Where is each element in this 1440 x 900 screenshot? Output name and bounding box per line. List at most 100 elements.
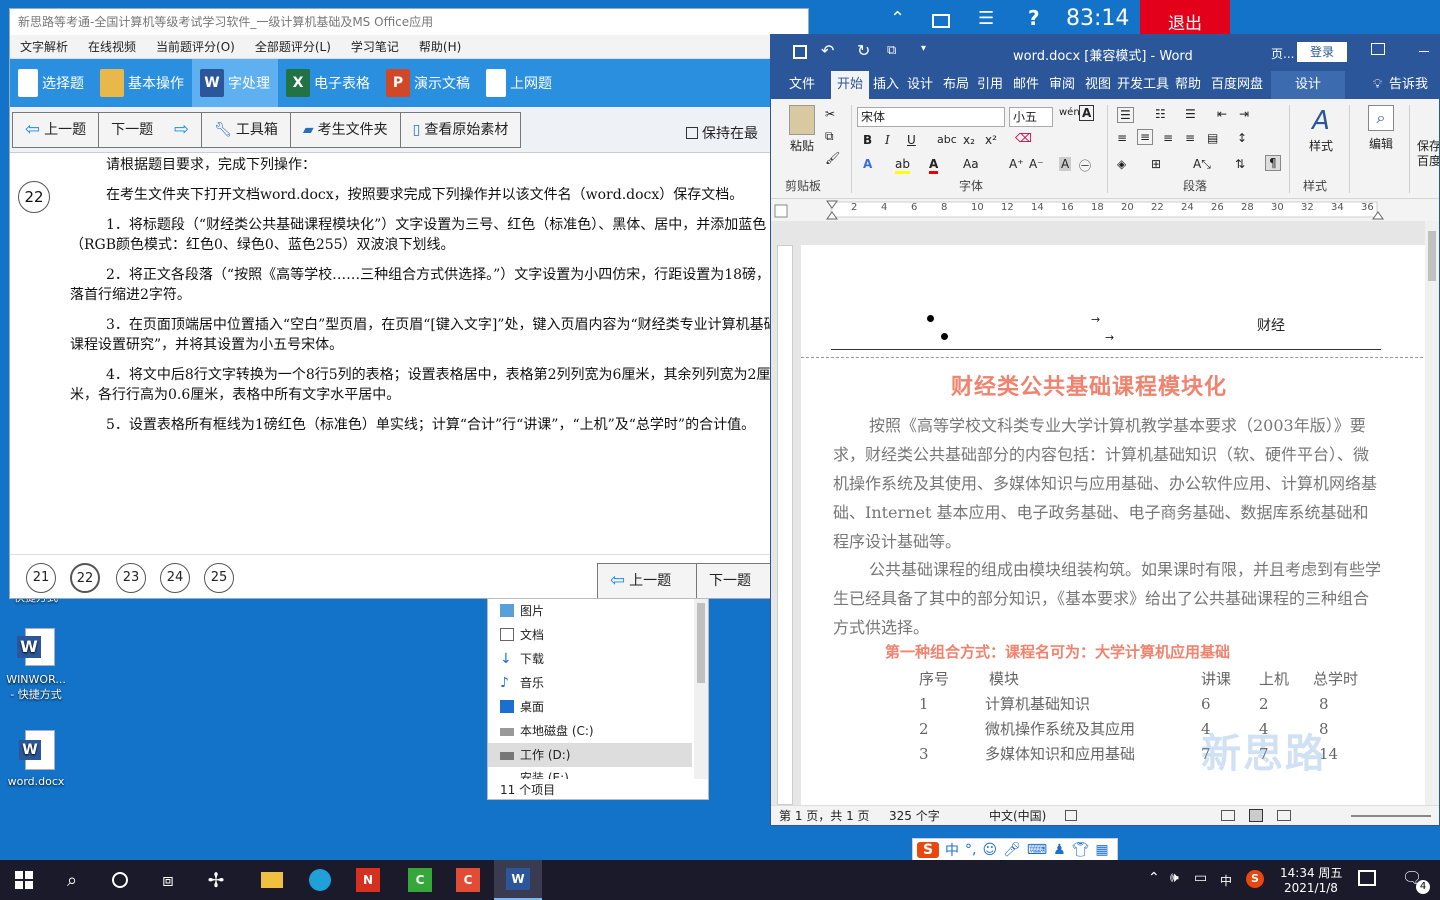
cut-icon[interactable]: ✂ <box>825 107 835 121</box>
menu-item-notes[interactable]: 学习笔记 <box>341 35 409 58</box>
notification-app-icon[interactable] <box>1358 870 1376 886</box>
document-page[interactable]: → → 财经 财经类公共基础课程模块化 按照《高等学校文科类专业大学计算机教学基… <box>801 245 1433 805</box>
help-icon[interactable]: ? <box>1028 6 1040 30</box>
ime-lang-indicator[interactable]: 中 <box>1220 872 1232 889</box>
font-color-icon[interactable]: A <box>929 157 939 174</box>
login-button[interactable]: 登录 <box>1297 42 1347 62</box>
start-button[interactable] <box>0 860 48 900</box>
task-view-button[interactable]: ⧈ <box>144 860 192 900</box>
taskbar-edge[interactable] <box>296 860 344 900</box>
keep-on-top-checkbox[interactable]: 保持在最 <box>686 123 758 143</box>
change-case-icon[interactable]: Aa <box>963 157 979 171</box>
footer-next-button[interactable]: 下一题 <box>696 563 776 598</box>
nav-desktop[interactable]: 桌面 <box>488 695 708 719</box>
nav-drive-e[interactable]: 安装 (E:) <box>488 767 708 779</box>
volume-icon[interactable]: 🕪︎ <box>1170 870 1179 886</box>
word-count[interactable]: 325 个字 <box>889 806 940 825</box>
question-circle-23[interactable]: 23 <box>116 563 146 593</box>
tab-baidu[interactable]: 百度网盘 <box>1211 71 1263 99</box>
decrease-indent-icon[interactable]: ⇤ <box>1217 107 1227 121</box>
copy-icon[interactable]: ⧉ <box>825 129 834 144</box>
underline-icon[interactable]: U <box>907 133 916 147</box>
align-center-icon[interactable]: ≡ <box>1137 129 1154 145</box>
list-icon[interactable]: ☰ <box>978 8 994 29</box>
styles-button[interactable]: A 样式 <box>1301 105 1341 154</box>
menu-item-score-all[interactable]: 全部题评分(L) <box>245 35 341 58</box>
question-circle-21[interactable]: 21 <box>26 563 56 593</box>
question-circle-25[interactable]: 25 <box>204 563 234 593</box>
tab-developer[interactable]: 开发工具 <box>1117 71 1169 99</box>
taskbar-file-explorer[interactable] <box>248 860 296 900</box>
format-painter-icon[interactable]: 🖌︎ <box>825 151 840 165</box>
grow-font-icon[interactable]: A⁺ <box>1009 157 1024 171</box>
justify-icon[interactable]: ≡ <box>1185 131 1195 145</box>
numbering-icon[interactable]: ☷ <box>1155 107 1166 121</box>
highlight-icon[interactable]: ab <box>895 157 910 174</box>
exam-folder-button[interactable]: ▰ 考生文件夹 <box>289 111 401 148</box>
sogou-logo-icon[interactable]: S <box>917 842 939 858</box>
voice-icon[interactable]: 🎤︎ <box>1003 842 1021 858</box>
enclose-char-icon[interactable]: ㊀ <box>1079 157 1091 174</box>
clock-date[interactable]: 2021/1/8 <box>1284 881 1338 895</box>
editing-button[interactable]: ⌕ 编辑 <box>1361 105 1401 152</box>
question-circle-22[interactable]: 22 <box>70 563 100 593</box>
tab-design[interactable]: 设计 <box>907 71 933 99</box>
word-docx-file-icon[interactable]: W word.docx <box>0 730 72 789</box>
collapse-icon[interactable]: ⌃ <box>890 8 905 29</box>
save-to-baidu-button[interactable]: 保存百度 <box>1417 139 1439 169</box>
winword-shortcut-icon[interactable]: W WINWOR... - 快捷方式 <box>0 628 72 702</box>
network-icon[interactable]: ▭ <box>1194 870 1207 886</box>
minimize-icon[interactable] <box>1419 51 1429 52</box>
language-status[interactable]: 中文(中国) <box>989 806 1046 825</box>
module-choice[interactable]: 选择题 <box>10 59 92 107</box>
distributed-icon[interactable]: ▤ <box>1207 131 1218 145</box>
tab-home[interactable]: 开始 <box>831 71 870 99</box>
ime-lang-toggle[interactable]: 中 <box>945 840 959 860</box>
macro-icon[interactable] <box>1065 810 1077 821</box>
shrink-font-icon[interactable]: A⁻ <box>1029 157 1044 171</box>
tab-layout[interactable]: 布局 <box>943 71 969 99</box>
cortana-button[interactable] <box>96 860 144 900</box>
phonetic-guide-icon[interactable]: wén <box>1059 107 1080 118</box>
tab-mailings[interactable]: 邮件 <box>1013 71 1039 99</box>
exit-button[interactable]: 退出 <box>1140 0 1230 34</box>
tab-review[interactable]: 审阅 <box>1049 71 1075 99</box>
redo-icon[interactable]: ↻ <box>857 41 870 60</box>
next-question-button[interactable]: 下一题 ⇨ <box>98 111 203 148</box>
grid-icon[interactable]: ▦ <box>1095 842 1108 858</box>
tab-header-design[interactable]: 设计 <box>1271 71 1346 99</box>
borders-icon[interactable]: ⊞ <box>1151 157 1161 171</box>
lightbulb-icon[interactable]: 💡︎ <box>1373 71 1382 99</box>
footer-prev-button[interactable]: ⇦ 上一题 <box>597 563 697 598</box>
print-layout-icon[interactable] <box>1249 809 1263 822</box>
clear-format-icon[interactable]: ⌫ <box>1015 131 1032 145</box>
read-mode-icon[interactable] <box>1221 810 1235 821</box>
module-excel[interactable]: X 电子表格 <box>278 59 378 107</box>
italic-icon[interactable]: I <box>885 133 890 147</box>
font-name-select[interactable]: 宋体 <box>857 107 1005 127</box>
page-count[interactable]: 第 1 页，共 1 页 <box>779 806 870 825</box>
module-basic[interactable]: 基本操作 <box>92 59 192 107</box>
shading-icon[interactable]: ◈ <box>1117 157 1126 171</box>
bullets-icon[interactable]: ☰ <box>1117 107 1134 123</box>
save-icon[interactable] <box>793 45 807 59</box>
char-border-icon[interactable]: A <box>1079 105 1095 121</box>
nav-documents[interactable]: 文档 <box>488 623 708 647</box>
undo-icon[interactable]: ↶ <box>821 41 834 60</box>
tell-me-label[interactable]: 告诉我 <box>1389 71 1428 99</box>
multilevel-list-icon[interactable]: ☰ <box>1185 107 1196 121</box>
question-circle-24[interactable]: 24 <box>160 563 190 593</box>
web-layout-icon[interactable] <box>1277 810 1291 821</box>
tab-references[interactable]: 引用 <box>977 71 1003 99</box>
zoom-slider[interactable] <box>1351 815 1431 817</box>
taskbar-app-n[interactable]: N <box>344 860 392 900</box>
bold-icon[interactable]: B <box>863 133 872 147</box>
menu-item-help[interactable]: 帮助(H) <box>409 35 471 58</box>
text-effects-icon[interactable]: A <box>863 157 872 171</box>
customize-icon[interactable]: ⧉ <box>887 43 896 58</box>
nav-music[interactable]: ♪ 音乐 <box>488 671 708 695</box>
char-shading-icon[interactable]: A <box>1059 157 1072 171</box>
emoji-icon[interactable]: ☺ <box>982 842 997 858</box>
tray-expand-icon[interactable]: ⌃ <box>1148 870 1160 886</box>
taskbar-app-camtasia-red[interactable]: C <box>444 860 492 900</box>
